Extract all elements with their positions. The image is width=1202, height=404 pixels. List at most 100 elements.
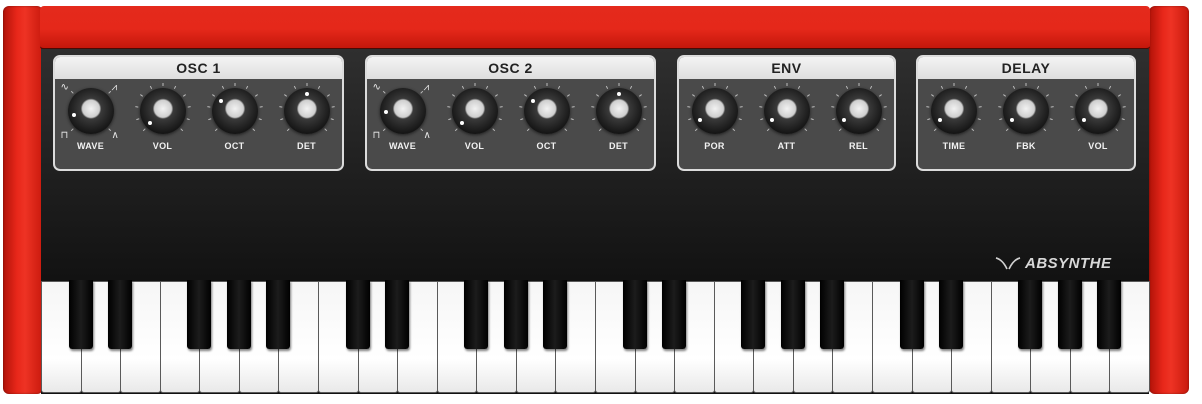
knob-indicator <box>842 117 846 122</box>
black-key[interactable] <box>503 280 528 349</box>
knob-dial[interactable] <box>931 88 977 134</box>
black-key[interactable] <box>622 280 647 349</box>
knob-indicator <box>1009 117 1014 122</box>
knob-label: WAVE <box>388 141 417 151</box>
knob-wave[interactable]: ∿ ⩘ ⊓ ∧ WAVE <box>61 83 121 167</box>
brand-logo: ABSYNTHE <box>995 253 1112 273</box>
knob-indicator <box>383 110 388 115</box>
page-bottom <box>0 394 1202 404</box>
module-title: OSC 2 <box>367 57 654 79</box>
module-title: DELAY <box>918 57 1134 79</box>
knob-dial[interactable] <box>523 88 570 134</box>
knob-wave[interactable]: ∿ ⩘ ⊓ ∧ WAVE <box>373 83 433 167</box>
knob-oct[interactable]: OCT <box>517 83 577 167</box>
knob-time[interactable]: TIME <box>924 83 984 167</box>
knob-indicator <box>218 99 223 103</box>
knob-dial[interactable] <box>835 88 882 134</box>
module-osc-1: OSC 1 ∿ ⩘ ⊓ ∧ WAVE VOL OCT DET <box>53 55 344 171</box>
knob-vol[interactable]: VOL <box>1068 83 1128 167</box>
module-body: ∿ ⩘ ⊓ ∧ WAVE VOL OCT DET <box>55 79 342 169</box>
square-wave-icon: ⊓ <box>372 130 381 141</box>
knob-att[interactable]: ATT <box>757 83 817 167</box>
right-side-panel <box>1149 6 1189 394</box>
knob-rel[interactable]: REL <box>829 83 889 167</box>
module-osc-2: OSC 2 ∿ ⩘ ⊓ ∧ WAVE VOL OCT DET <box>365 55 656 171</box>
knob-vol[interactable]: VOL <box>133 83 193 167</box>
knob-label: ATT <box>777 141 796 151</box>
sawtooth-wave-icon: ⩘ <box>423 82 430 93</box>
sine-wave-icon: ∿ <box>372 82 381 93</box>
module-body: ∿ ⩘ ⊓ ∧ WAVE VOL OCT DET <box>367 79 654 169</box>
black-key[interactable] <box>1097 280 1122 349</box>
knob-label: OCT <box>224 141 245 151</box>
knob-dial[interactable] <box>1075 88 1121 134</box>
knob-label: VOL <box>1088 141 1108 151</box>
black-key[interactable] <box>345 280 370 349</box>
brand-name: ABSYNTHE <box>1025 254 1112 272</box>
module-body: POR ATT REL <box>679 79 894 169</box>
knob-dial[interactable] <box>67 88 114 134</box>
knob-indicator <box>770 117 774 122</box>
knob-det[interactable]: DET <box>589 83 649 167</box>
knob-label: DET <box>609 141 628 151</box>
black-key[interactable] <box>1018 280 1043 349</box>
knob-label: POR <box>704 141 725 151</box>
knob-indicator <box>530 99 535 103</box>
knob-dial[interactable] <box>691 88 738 134</box>
black-key[interactable] <box>939 280 964 349</box>
piano-keyboard <box>41 280 1150 394</box>
black-key[interactable] <box>741 280 766 349</box>
logo-icon <box>995 257 1021 270</box>
module-env: ENV POR ATT REL <box>677 55 896 171</box>
black-key[interactable] <box>780 280 805 349</box>
knob-label: VOL <box>464 141 485 151</box>
knob-indicator <box>304 92 309 96</box>
knob-label: WAVE <box>76 141 105 151</box>
knob-indicator <box>937 117 942 122</box>
square-wave-icon: ⊓ <box>60 130 69 141</box>
black-key[interactable] <box>266 280 291 349</box>
knob-dial[interactable] <box>763 88 810 134</box>
black-key[interactable] <box>662 280 687 349</box>
knob-label: DET <box>297 141 316 151</box>
black-key[interactable] <box>108 280 133 349</box>
knob-vol[interactable]: VOL <box>445 83 505 167</box>
black-key[interactable] <box>543 280 568 349</box>
black-key[interactable] <box>187 280 212 349</box>
knob-dial[interactable] <box>211 88 258 134</box>
knob-label: OCT <box>536 141 557 151</box>
knob-fbk[interactable]: FBK <box>996 83 1056 167</box>
module-title: OSC 1 <box>55 57 342 79</box>
knob-label: REL <box>849 141 868 151</box>
knob-det[interactable]: DET <box>277 83 337 167</box>
black-key[interactable] <box>385 280 410 349</box>
black-key[interactable] <box>464 280 489 349</box>
knob-indicator <box>616 92 621 96</box>
black-key[interactable] <box>1057 280 1082 349</box>
triangle-wave-icon: ∧ <box>423 130 431 141</box>
black-key[interactable] <box>899 280 924 349</box>
black-key[interactable] <box>226 280 251 349</box>
knob-oct[interactable]: OCT <box>205 83 265 167</box>
module-body: TIME FBK VOL <box>918 79 1134 169</box>
knob-por[interactable]: POR <box>685 83 745 167</box>
knob-dial[interactable] <box>451 88 498 134</box>
knob-indicator <box>71 112 76 117</box>
knob-dial[interactable] <box>1003 88 1049 134</box>
sine-wave-icon: ∿ <box>60 82 69 93</box>
module-delay: DELAY TIME FBK VOL <box>916 55 1136 171</box>
black-key[interactable] <box>68 280 93 349</box>
knob-label: TIME <box>942 141 966 151</box>
knob-dial[interactable] <box>139 88 186 134</box>
triangle-wave-icon: ∧ <box>111 130 119 141</box>
module-title: ENV <box>679 57 894 79</box>
top-bar <box>40 6 1150 50</box>
knob-label: VOL <box>152 141 173 151</box>
knob-label: FBK <box>1016 141 1036 151</box>
knob-indicator <box>698 117 702 122</box>
black-key[interactable] <box>820 280 845 349</box>
knob-indicator <box>1081 117 1086 122</box>
synthesizer: OSC 1 ∿ ⩘ ⊓ ∧ WAVE VOL OCT DET OSC 2 ∿ ⩘ ⊓ ∧ WAVE VOL OC… <box>0 0 1202 404</box>
left-side-panel <box>3 6 43 394</box>
sawtooth-wave-icon: ⩘ <box>111 82 118 93</box>
